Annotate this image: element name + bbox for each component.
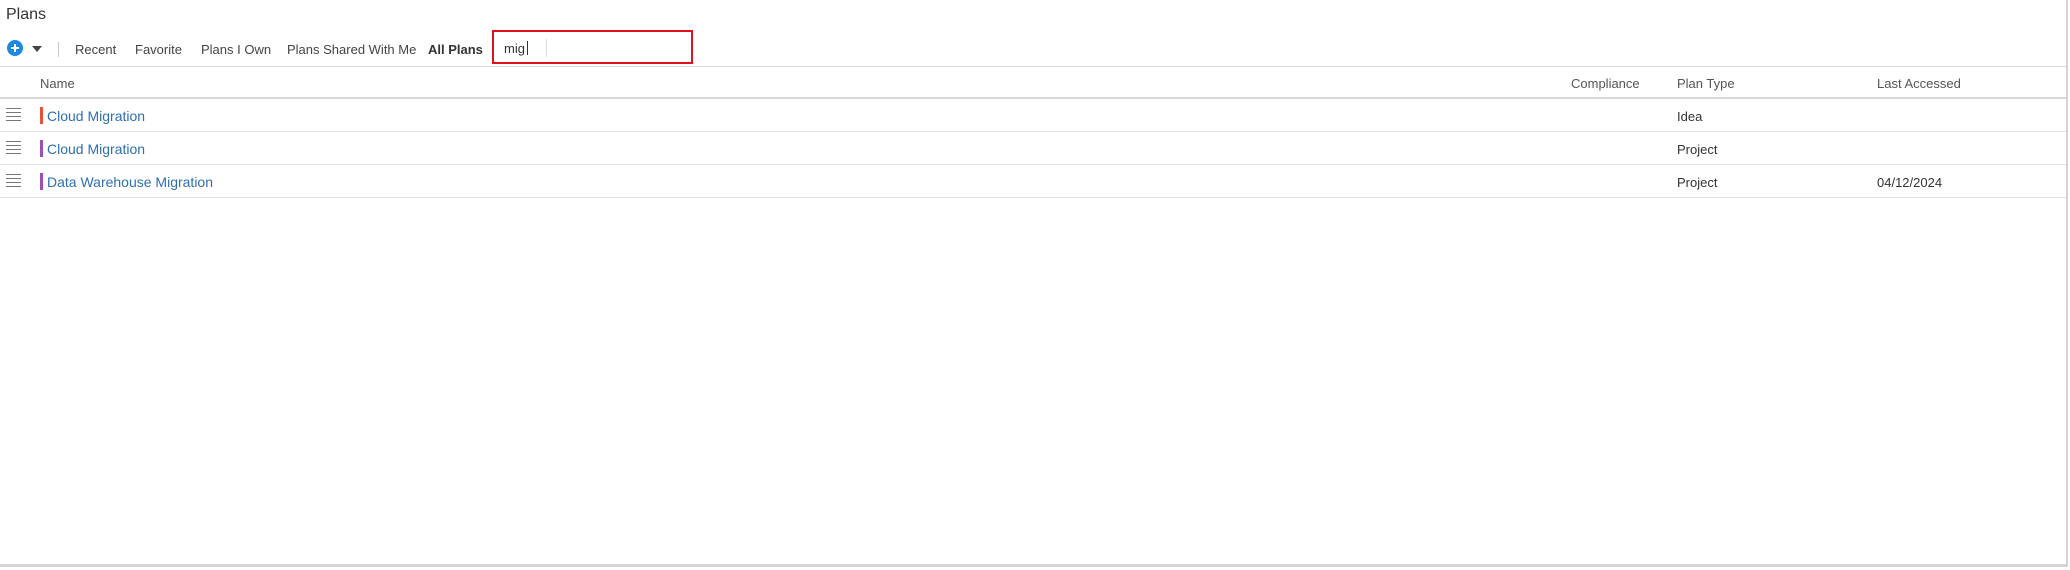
plan-type: Idea: [1677, 109, 1703, 124]
plan-name-link[interactable]: Data Warehouse Migration: [47, 174, 213, 190]
table-row[interactable]: Cloud Migration Idea: [0, 99, 2066, 132]
table-row[interactable]: Data Warehouse Migration Project 04/12/2…: [0, 165, 2066, 198]
filter-favorite[interactable]: Favorite: [135, 42, 182, 57]
column-header-name[interactable]: Name: [40, 76, 75, 91]
filter-plans-shared-with-me[interactable]: Plans Shared With Me: [287, 42, 416, 57]
drag-handle-icon[interactable]: [6, 174, 21, 187]
table-row[interactable]: Cloud Migration Project: [0, 132, 2066, 165]
filter-recent[interactable]: Recent: [75, 42, 116, 57]
plan-last-accessed: 04/12/2024: [1877, 175, 1943, 190]
toolbar-divider: [58, 42, 59, 57]
table-header: Name Compliance Plan Type Last Accessed: [0, 66, 2066, 99]
text-cursor: [527, 41, 528, 55]
plan-color-bar: [40, 140, 43, 157]
plan-name-link[interactable]: Cloud Migration: [47, 108, 145, 124]
column-header-last-accessed[interactable]: Last Accessed: [1877, 76, 1961, 91]
drag-handle-icon[interactable]: [6, 141, 21, 154]
column-header-plan-type[interactable]: Plan Type: [1677, 76, 1735, 91]
plans-panel: Plans Recent Favorite Plans I Own Plans …: [0, 0, 2068, 567]
plan-name-link[interactable]: Cloud Migration: [47, 141, 145, 157]
plans-table: Name Compliance Plan Type Last Accessed …: [0, 66, 2066, 198]
page-title: Plans: [6, 6, 47, 23]
search-divider: [546, 39, 547, 57]
plan-color-bar: [40, 107, 43, 124]
add-plan-icon[interactable]: [7, 40, 23, 56]
caret-down-icon[interactable]: [32, 46, 42, 52]
filter-all-plans[interactable]: All Plans: [428, 42, 483, 57]
plan-type: Project: [1677, 175, 1718, 190]
search-box[interactable]: [492, 30, 693, 64]
toolbar: Recent Favorite Plans I Own Plans Shared…: [0, 30, 2066, 66]
search-input[interactable]: [504, 39, 542, 57]
plan-type: Project: [1677, 142, 1718, 157]
column-header-compliance[interactable]: Compliance: [1571, 76, 1640, 91]
filter-plans-i-own[interactable]: Plans I Own: [201, 42, 271, 57]
plan-color-bar: [40, 173, 43, 190]
drag-handle-icon[interactable]: [6, 108, 21, 121]
